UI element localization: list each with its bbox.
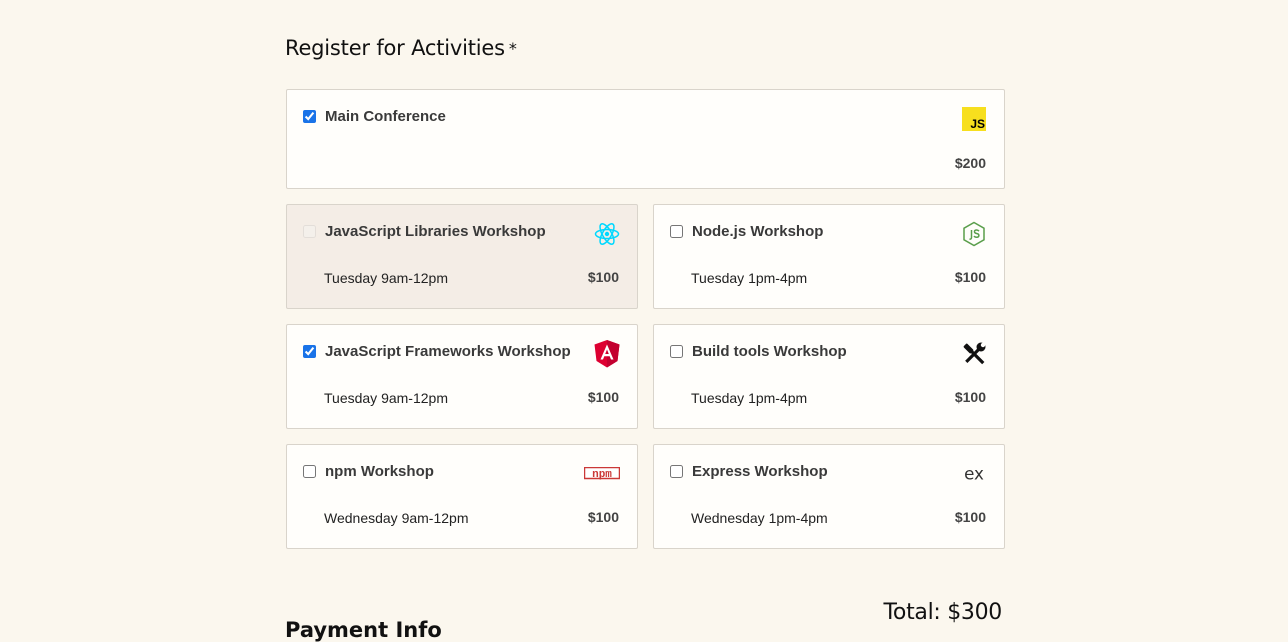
npm-icon: npm xyxy=(584,461,620,487)
nodejs-icon xyxy=(961,221,987,247)
activity-price: $100 xyxy=(587,269,619,285)
activity-price: $200 xyxy=(954,155,986,171)
activity-time: Tuesday 9am-12pm xyxy=(324,390,448,406)
section-title-text: Register for Activities xyxy=(285,36,505,60)
activity-card-js-frameworks[interactable]: JavaScript Frameworks Workshop Tuesday 9… xyxy=(286,324,638,429)
activity-checkbox-main-conference[interactable] xyxy=(303,110,316,123)
activity-name: npm Workshop xyxy=(325,463,434,480)
required-asterisk: * xyxy=(508,39,517,58)
activity-card-npm[interactable]: npm Workshop npm Wednesday 9am-12pm $100 xyxy=(286,444,638,549)
activity-price: $100 xyxy=(954,509,986,525)
activity-name: JavaScript Frameworks Workshop xyxy=(325,343,571,360)
activity-price: $100 xyxy=(954,269,986,285)
activity-price: $100 xyxy=(954,389,986,405)
section-title: Register for Activities * xyxy=(285,36,517,60)
svg-text:JS: JS xyxy=(970,117,985,131)
activity-card-express[interactable]: Express Workshop ex Wednesday 1pm-4pm $1… xyxy=(653,444,1005,549)
activity-time: Wednesday 9am-12pm xyxy=(324,510,469,526)
activity-card-nodejs[interactable]: Node.js Workshop Tuesday 1pm-4pm $100 xyxy=(653,204,1005,309)
activity-name: Build tools Workshop xyxy=(692,343,847,360)
activity-price: $100 xyxy=(587,389,619,405)
activity-checkbox-build-tools[interactable] xyxy=(670,345,683,358)
activity-checkbox-js-frameworks[interactable] xyxy=(303,345,316,358)
activity-price: $100 xyxy=(587,509,619,525)
activities-section: Register for Activities * Main Conference… xyxy=(285,0,1005,642)
activity-name: Main Conference xyxy=(325,108,446,125)
payment-info-title: Payment Info xyxy=(285,618,442,642)
activity-checkbox-express[interactable] xyxy=(670,465,683,478)
tools-icon xyxy=(961,341,987,367)
activity-card-build-tools[interactable]: Build tools Workshop Tuesday 1pm-4pm $10… xyxy=(653,324,1005,429)
activity-card-main-conference[interactable]: Main Conference JS $200 xyxy=(286,89,1005,189)
activity-name: Node.js Workshop xyxy=(692,223,824,240)
activity-name: Express Workshop xyxy=(692,463,828,480)
angular-icon xyxy=(594,340,620,368)
activity-checkbox-nodejs[interactable] xyxy=(670,225,683,238)
activity-time: Wednesday 1pm-4pm xyxy=(691,510,828,526)
activity-card-js-libraries[interactable]: JavaScript Libraries Workshop Tuesday 9a… xyxy=(286,204,638,309)
activity-checkbox-npm[interactable] xyxy=(303,465,316,478)
activity-checkbox-js-libraries[interactable] xyxy=(303,225,316,238)
svg-text:ex: ex xyxy=(964,464,984,484)
activity-time: Tuesday 9am-12pm xyxy=(324,270,448,286)
activity-name: JavaScript Libraries Workshop xyxy=(325,223,546,240)
activity-time: Tuesday 1pm-4pm xyxy=(691,270,808,286)
react-icon xyxy=(594,221,620,247)
svg-text:npm: npm xyxy=(592,469,612,481)
express-icon: ex xyxy=(961,461,987,487)
total-cost: Total: $300 xyxy=(883,600,1003,625)
activity-time: Tuesday 1pm-4pm xyxy=(691,390,808,406)
javascript-icon: JS xyxy=(961,106,987,132)
